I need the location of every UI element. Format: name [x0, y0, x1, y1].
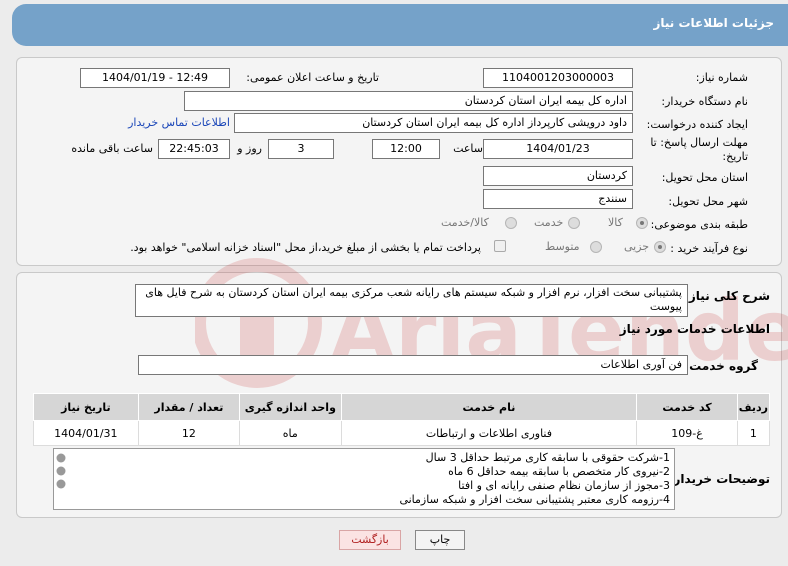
deadline-time-label: ساعت: [453, 142, 483, 155]
remaining-time-field: 22:45:03: [158, 139, 230, 159]
buyer-org-label: نام دستگاه خریدار:: [661, 95, 748, 108]
treasury-payment-note: پرداخت تمام یا بخشی از مبلغ خرید،از محل …: [130, 241, 481, 254]
buyer-note-line: 3-مجوز از سازمان نظام صنفی رایانه ای و ا…: [458, 479, 670, 492]
province-label: استان محل تحویل:: [661, 171, 748, 184]
print-button[interactable]: چاپ: [415, 530, 465, 550]
category-both-radio[interactable]: [505, 217, 517, 229]
category-label: طبقه بندی موضوعی:: [650, 218, 748, 231]
requester-field: داود درویشی کارپرداز اداره کل بیمه ایران…: [234, 113, 633, 133]
back-button[interactable]: بازگشت: [339, 530, 401, 550]
buyer-org-field: اداره کل بیمه ایران استان کردستان: [184, 91, 633, 111]
scroll-up-dot: [56, 453, 66, 463]
service-group-label: گروه خدمت:: [684, 359, 758, 373]
scroll-thumb-dot: [56, 466, 66, 476]
deadline-label-date: تاریخ:: [722, 150, 748, 163]
col-date: تاریخ نیاز: [33, 393, 139, 421]
deadline-label: مهلت ارسال پاسخ: تا: [650, 136, 748, 149]
buyer-note-line: 4-رزومه کاری معتبر پشتیبانی سخت افزار و …: [399, 493, 670, 506]
col-row: ردیف: [736, 393, 771, 421]
page-title: جزئیات اطلاعات نیاز: [653, 16, 774, 30]
days-label: روز و: [237, 142, 262, 155]
category-service-radio[interactable]: [568, 217, 580, 229]
city-label: شهر محل تحویل:: [668, 195, 748, 208]
buyer-notes-label: توضیحات خریدار:: [668, 472, 770, 486]
announce-label: تاریخ و ساعت اعلان عمومی:: [246, 71, 379, 84]
buyer-note-line: 1-شرکت حقوقی با سابقه کاری مرتبط حداقل 3…: [425, 451, 670, 464]
category-service-label: خدمت: [534, 216, 564, 229]
deadline-date-field: 1404/01/23: [483, 139, 633, 159]
category-goods-label: کالا: [608, 216, 623, 229]
need-number-field: 1104001203000003: [483, 68, 633, 88]
category-both-label: کالا/خدمت: [441, 216, 489, 229]
deadline-time-field: 12:00: [372, 139, 440, 159]
remaining-time-label: ساعت باقی مانده: [71, 142, 153, 155]
buyer-notes-textarea[interactable]: 1-شرکت حقوقی با سابقه کاری مرتبط حداقل 3…: [53, 448, 675, 510]
process-partial-radio[interactable]: [654, 241, 666, 253]
notes-scrollbar[interactable]: [54, 450, 68, 508]
cell-qty: 12: [137, 420, 241, 446]
services-section-title: اطلاعات خدمات مورد نیاز: [619, 322, 770, 336]
service-group-field: فن آوری اطلاعات: [138, 355, 688, 375]
buyer-contact-link[interactable]: اطلاعات تماس خریدار: [128, 116, 230, 129]
need-number-label: شماره نیاز:: [695, 71, 748, 84]
description-textarea[interactable]: پشتیبانی سخت افزار، نرم افزار و شبکه سیس…: [135, 284, 688, 317]
buyer-note-line: 2-نیروی کار متخصص با سابقه بیمه حداقل 6 …: [448, 465, 670, 478]
need-info-panel: [16, 57, 782, 266]
col-unit: واحد اندازه گیری: [239, 393, 342, 421]
cell-date: 1404/01/31: [33, 420, 139, 446]
col-qty: تعداد / مقدار: [137, 393, 241, 421]
scroll-down-dot: [56, 479, 66, 489]
table-row: 1 غ-109 فناوری اطلاعات و ارتباطات ماه 12…: [33, 420, 771, 446]
cell-code: غ-109: [636, 420, 738, 446]
description-label: شرح کلی نیاز:: [684, 289, 770, 303]
col-name: نام خدمت: [340, 393, 638, 421]
services-table: ردیف کد خدمت نام خدمت واحد اندازه گیری ت…: [33, 393, 771, 446]
col-code: کد خدمت: [636, 393, 738, 421]
cell-name: فناوری اطلاعات و ارتباطات: [340, 420, 638, 446]
process-medium-radio[interactable]: [590, 241, 602, 253]
cell-row: 1: [736, 420, 771, 446]
cell-unit: ماه: [239, 420, 342, 446]
category-goods-radio[interactable]: [636, 217, 648, 229]
province-field: کردستان: [483, 166, 633, 186]
requester-label: ایجاد کننده درخواست:: [646, 118, 748, 131]
remaining-days-field: 3: [268, 139, 334, 159]
treasury-payment-checkbox[interactable]: [494, 240, 506, 252]
process-medium-label: متوسط: [545, 240, 580, 253]
table-header-row: ردیف کد خدمت نام خدمت واحد اندازه گیری ت…: [33, 393, 771, 421]
page-header: جزئیات اطلاعات نیاز: [12, 4, 788, 46]
process-partial-label: جزیی: [624, 240, 650, 253]
city-field: سنندج: [483, 189, 633, 209]
announce-datetime-field: 1404/01/19 - 12:49: [80, 68, 230, 88]
process-label: نوع فرآیند خرید :: [670, 242, 748, 255]
